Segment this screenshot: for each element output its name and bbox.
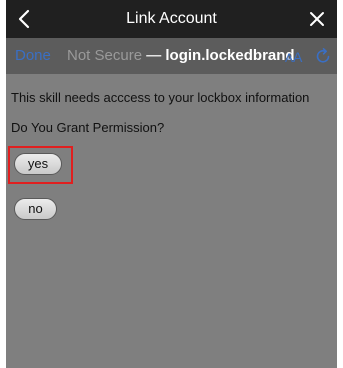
close-icon — [310, 12, 324, 26]
permission-question: Do You Grant Permission? — [11, 120, 165, 135]
yes-button[interactable]: yes — [14, 153, 62, 175]
close-button[interactable] — [303, 5, 331, 33]
page-content: This skill needs acccess to your lockbox… — [6, 74, 337, 368]
permission-message: This skill needs acccess to your lockbox… — [11, 90, 310, 105]
text-size-small-glyph: A — [285, 51, 294, 65]
done-button[interactable]: Done — [15, 38, 51, 74]
address-domain: login.lockedbrand — [165, 47, 295, 64]
url-bar: Done Not Secure — login.lockedbrand AA — [6, 38, 337, 74]
title-bar: Link Account — [6, 0, 337, 38]
security-status: Not Secure — [67, 47, 143, 64]
window-title: Link Account — [126, 10, 217, 27]
reload-icon[interactable] — [314, 47, 332, 65]
address-field[interactable]: Not Secure — login.lockedbrand — [67, 38, 295, 74]
address-separator: — — [146, 47, 162, 64]
app-frame: Link Account Done Not Secure — login.loc… — [6, 0, 337, 368]
text-size-big-glyph: A — [293, 49, 303, 65]
text-size-button[interactable]: AA — [285, 38, 302, 74]
no-button[interactable]: no — [14, 198, 57, 220]
